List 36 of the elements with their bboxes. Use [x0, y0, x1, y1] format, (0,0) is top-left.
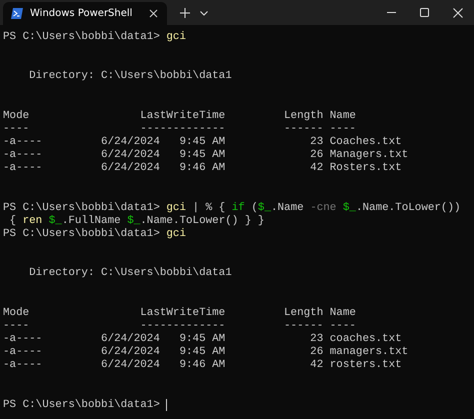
command-text: gci [166, 202, 186, 215]
powershell-icon [11, 8, 23, 19]
output-text: -a---- 6/24/2024 9:45 AM 26 managers.txt [3, 346, 408, 359]
variable-text: $_ [258, 202, 271, 215]
output-text: -a---- 6/24/2024 9:46 AM 42 Rosters.txt [3, 162, 402, 176]
output-text: Directory: C:\Users\bobbi\data1 [28, 70, 232, 84]
prompt-text: PS C:\Users\bobbi\data1> [3, 228, 161, 242]
output-text: ---- ------------- ------ ---- [3, 122, 356, 136]
command-text: gci [166, 228, 186, 242]
prompt-text: PS C:\Users\bobbi\data1> [3, 202, 161, 215]
prompt-text: PS C:\Users\bobbi\data1> [3, 398, 161, 412]
output-text: -a---- 6/24/2024 9:45 AM 26 Managers.txt [3, 149, 408, 162]
operator-text: -cne [310, 202, 336, 215]
code-text: .Name.ToLower()) [356, 202, 461, 215]
variable-text: $_ [127, 214, 140, 228]
command-text: ren [22, 214, 42, 228]
code-text: .Name [270, 202, 305, 215]
prompt-text: PS C:\Users\bobbi\data1> [3, 31, 161, 44]
code-text: { [8, 214, 18, 228]
output-text: Mode LastWriteTime Length Name [3, 110, 356, 123]
output-text: Mode LastWriteTime Length Name [3, 306, 356, 320]
terminal-tab[interactable]: Windows PowerShell [3, 2, 167, 25]
keyword-text: if [232, 202, 245, 215]
output-text: Directory: C:\Users\bobbi\data1 [28, 267, 232, 280]
code-text: ( [250, 202, 258, 215]
output-text: ---- ------------- ------ ---- [3, 320, 356, 333]
output-text: -a---- 6/24/2024 9:46 AM 42 rosters.txt [3, 359, 402, 372]
code-text: .FullName [62, 214, 122, 228]
tab-title: Windows PowerShell [30, 8, 134, 19]
variable-text: $_ [342, 202, 356, 215]
command-text: gci [166, 31, 186, 44]
output-text: -a---- 6/24/2024 9:45 AM 23 Coaches.txt [3, 136, 402, 149]
variable-text: $_ [48, 214, 62, 228]
output-text: -a---- 6/24/2024 9:45 AM 23 coaches.txt [3, 332, 402, 346]
code-text: | % { [192, 202, 226, 215]
code-text: .Name.ToLower() } } [140, 214, 264, 228]
